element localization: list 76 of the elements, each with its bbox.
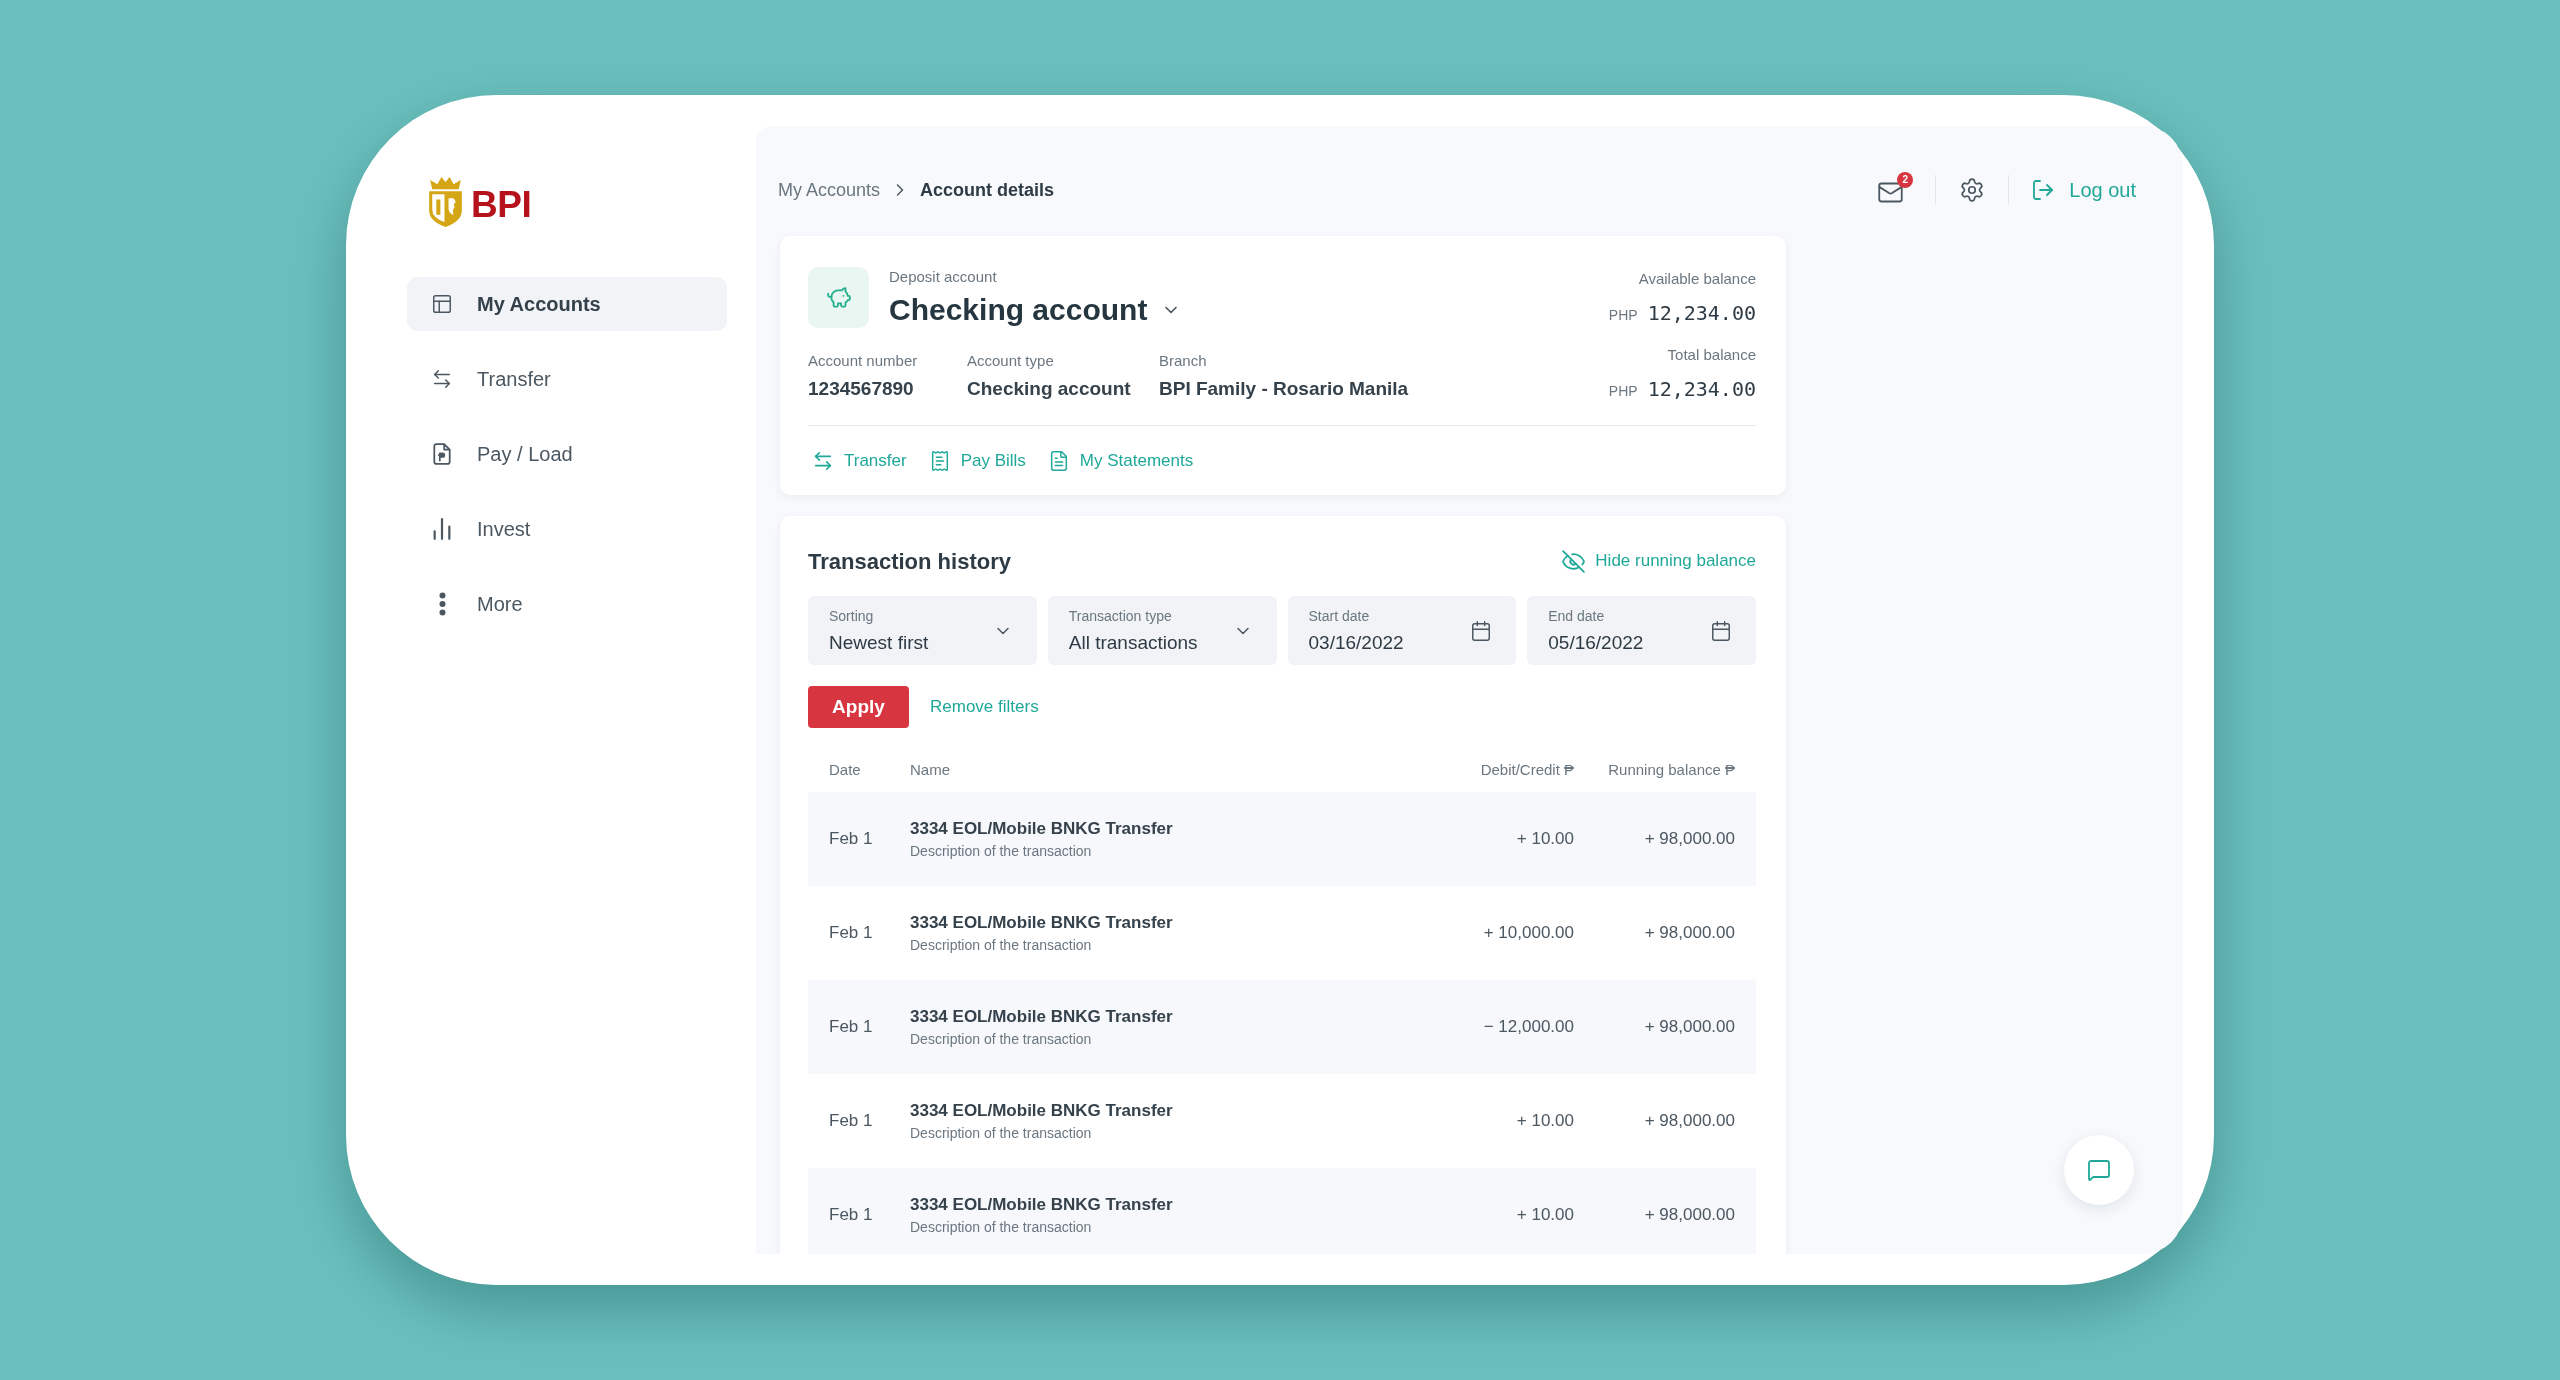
column-header: Debit/Credit ₱ (1479, 759, 1574, 780)
brand-name: BPI (471, 185, 532, 223)
running-balance: + 98,000.00 (1643, 1110, 1735, 1133)
transaction-amount: + 10.00 (1515, 828, 1574, 851)
transaction-amount: + 10,000.00 (1482, 922, 1574, 945)
nav-item[interactable]: My Accounts (407, 277, 727, 331)
column-header: Date (829, 759, 862, 780)
transaction-name: 3334 EOL/Mobile BNKG Transfer (910, 1099, 1174, 1122)
nav-item[interactable]: Transfer (407, 352, 727, 406)
transaction-name: 3334 EOL/Mobile BNKG Transfer (910, 911, 1174, 934)
bar-chart-icon (431, 518, 453, 540)
running-balance: + 98,000.00 (1643, 922, 1735, 945)
date-field[interactable]: End date 05/16/2022 (1527, 596, 1756, 665)
transaction-amount: + 10.00 (1515, 1110, 1574, 1133)
transaction-amount: − 12,000.00 (1482, 1016, 1574, 1039)
nav-item[interactable]: Pay / Load (407, 427, 727, 481)
transaction-name: 3334 EOL/Mobile BNKG Transfer (910, 817, 1174, 840)
transaction-date: Feb 1 (829, 922, 874, 945)
transaction-description: Description of the transaction (910, 935, 1093, 955)
transaction-name: 3334 EOL/Mobile BNKG Transfer (910, 1193, 1174, 1216)
transaction-description: Description of the transaction (910, 1029, 1093, 1049)
transaction-description: Description of the transaction (910, 841, 1093, 861)
date-field[interactable]: Start date 03/16/2022 (1287, 596, 1517, 665)
apply-button[interactable]: Apply (808, 686, 909, 728)
detail-label: Account number (808, 351, 919, 371)
piggy-bank-icon (808, 267, 869, 328)
transaction-row[interactable]: Feb 1 3334 EOL/Mobile BNKG Transfer Description of the transaction + 10.00 + 98,000.00 (808, 792, 1756, 886)
nav-item[interactable]: Invest (407, 502, 727, 556)
account-category: Deposit account (889, 267, 998, 287)
transaction-date: Feb 1 (829, 1204, 874, 1227)
detail-label: Account type (967, 351, 1055, 371)
currency-code: PHP (1608, 382, 1638, 401)
currency-code: PHP (1608, 306, 1638, 325)
logout-icon (2031, 178, 2056, 202)
document-icon (431, 443, 453, 465)
breadcrumb-link[interactable]: My Accounts (778, 176, 881, 204)
balance-label: Available balance (1638, 269, 1756, 289)
transaction-date: Feb 1 (829, 1016, 874, 1039)
column-header: Name (910, 759, 951, 780)
balance-amount: 12,234.00 (1647, 300, 1756, 327)
logo-crest-icon (427, 175, 464, 227)
transaction-date: Feb 1 (829, 1110, 874, 1133)
calendar-icon (1470, 619, 1493, 642)
messages-button[interactable]: 2 (1877, 172, 1914, 208)
transaction-amount: + 10.00 (1515, 1204, 1574, 1227)
transfer-arrows-icon (812, 450, 834, 472)
nav-item[interactable]: More (407, 577, 727, 631)
transaction-description: Description of the transaction (910, 1123, 1093, 1143)
running-balance: + 98,000.00 (1643, 1204, 1735, 1227)
transfer-arrows-icon (431, 368, 453, 390)
detail-value: BPI Family - Rosario Manila (1159, 377, 1409, 401)
transaction-date: Feb 1 (829, 828, 874, 851)
calendar-icon (1710, 619, 1732, 642)
chat-bubble-icon (2087, 1158, 2111, 1182)
breadcrumb-current: Account details (920, 178, 1055, 202)
section-title: Transaction history (808, 547, 1011, 576)
detail-value: Checking account (967, 377, 1132, 401)
balance-label: Total balance (1667, 345, 1756, 365)
running-balance: + 98,000.00 (1643, 1016, 1735, 1039)
layout-icon (431, 293, 453, 315)
balance-amount: 12,234.00 (1647, 376, 1756, 403)
eye-off-icon (1561, 548, 1587, 574)
detail-value: 1234567890 (808, 377, 915, 401)
dropdown-field[interactable]: Transaction type All transactions (1047, 596, 1277, 665)
column-header: Running balance ₱ (1607, 759, 1735, 780)
detail-label: Branch (1159, 351, 1208, 371)
transaction-row[interactable]: Feb 1 3334 EOL/Mobile BNKG Transfer Description of the transaction + 10.00 + 98,000.00 (808, 1168, 1756, 1254)
dropdown-field[interactable]: Sorting Newest first (808, 596, 1037, 665)
settings-icon (1959, 177, 1986, 203)
running-balance: + 98,000.00 (1643, 828, 1735, 851)
transaction-row[interactable]: Feb 1 3334 EOL/Mobile BNKG Transfer Description of the transaction − 12,000.00 + 98,000.00 (808, 980, 1756, 1074)
account-selector[interactable]: Checking account (889, 292, 1182, 328)
transaction-name: 3334 EOL/Mobile BNKG Transfer (910, 1005, 1174, 1028)
vertical-dots-icon (438, 592, 446, 616)
transaction-description: Description of the transaction (910, 1217, 1093, 1237)
notification-badge: 2 (1897, 172, 1914, 188)
